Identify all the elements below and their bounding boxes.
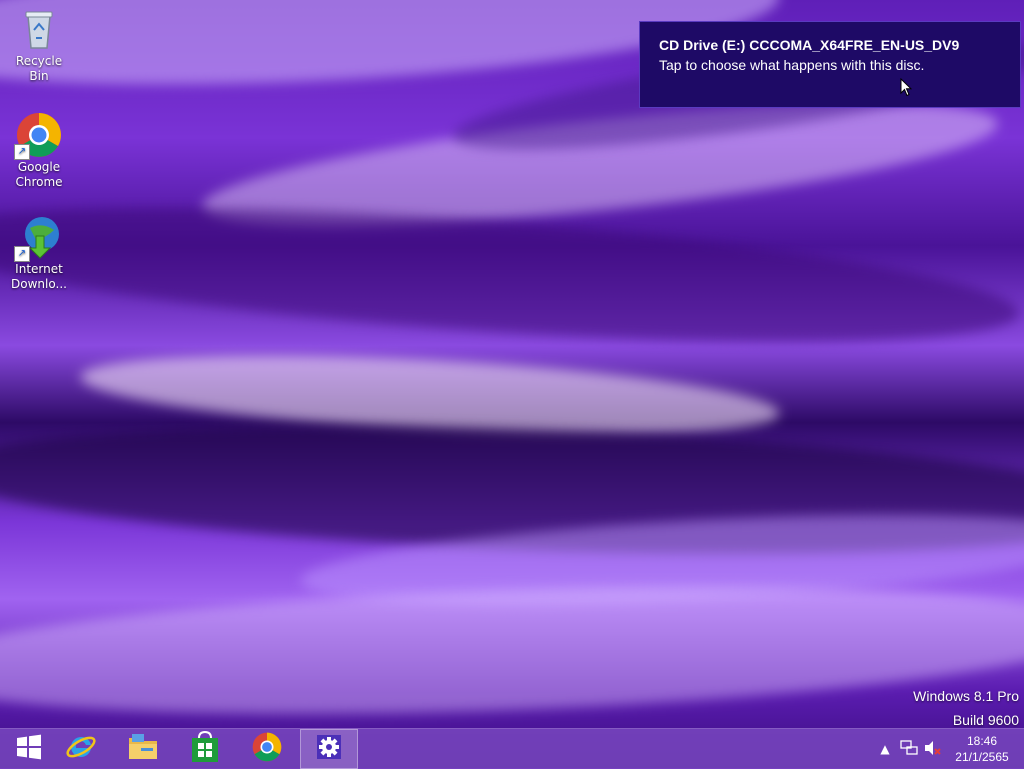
watermark-edition: Windows 8.1 Pro [913,688,1019,704]
mouse-cursor-icon [900,77,913,101]
tray-show-hidden-button[interactable]: ▲ [876,729,894,769]
shortcut-arrow-icon: ↗ [14,246,30,262]
taskbar-file-explorer[interactable] [114,729,172,769]
taskbar: ▲ 18:46 21/1/2565 [0,728,1024,769]
taskbar-settings[interactable] [300,729,358,769]
internet-download-manager-icon: ↗ [14,214,62,262]
taskbar-internet-explorer[interactable] [52,729,110,769]
internet-explorer-icon [65,731,97,767]
desktop-icon-label: Internet Downlo... [11,262,67,291]
chrome-icon [252,732,282,766]
windows-watermark: Windows 8.1 Pro Build 9600 [913,684,1019,732]
recycle-bin-icon [16,6,62,52]
store-icon [190,730,220,767]
taskbar-chrome[interactable] [238,729,296,769]
shortcut-arrow-icon: ↗ [14,144,30,160]
notification-title: CD Drive (E:) CCCOMA_X64FRE_EN-US_DV9 [659,37,960,53]
wallpaper-wave [0,569,1024,728]
network-icon [900,739,918,759]
notification-message: Tap to choose what happens with this dis… [659,57,925,73]
clock-date: 21/1/2565 [955,750,1009,764]
desktop-icon-google-chrome[interactable]: ↗ Google Chrome [6,112,72,190]
desktop-wallpaper [0,0,1024,728]
desktop-icon-label: Recycle Bin [15,54,63,83]
volume-muted-icon [924,740,942,759]
chevron-up-icon: ▲ [880,742,890,756]
chrome-icon: ↗ [14,112,62,160]
start-button[interactable] [0,729,58,769]
desktop-icon-label: Google Chrome [15,160,63,189]
tray-volume-button[interactable] [922,729,944,769]
tray-clock[interactable]: 18:46 21/1/2565 [944,729,1020,769]
desktop-icon-recycle-bin[interactable]: Recycle Bin [6,6,72,84]
gear-icon [315,733,343,765]
clock-time: 18:46 [966,734,998,748]
autoplay-notification[interactable]: CD Drive (E:) CCCOMA_X64FRE_EN-US_DV9 Ta… [639,21,1021,108]
tray-network-button[interactable] [898,729,920,769]
windows-logo-icon [16,734,42,764]
file-explorer-icon [127,732,159,766]
taskbar-store[interactable] [176,729,234,769]
desktop-icon-internet-download-manager[interactable]: ↗ Internet Downlo... [6,214,72,292]
